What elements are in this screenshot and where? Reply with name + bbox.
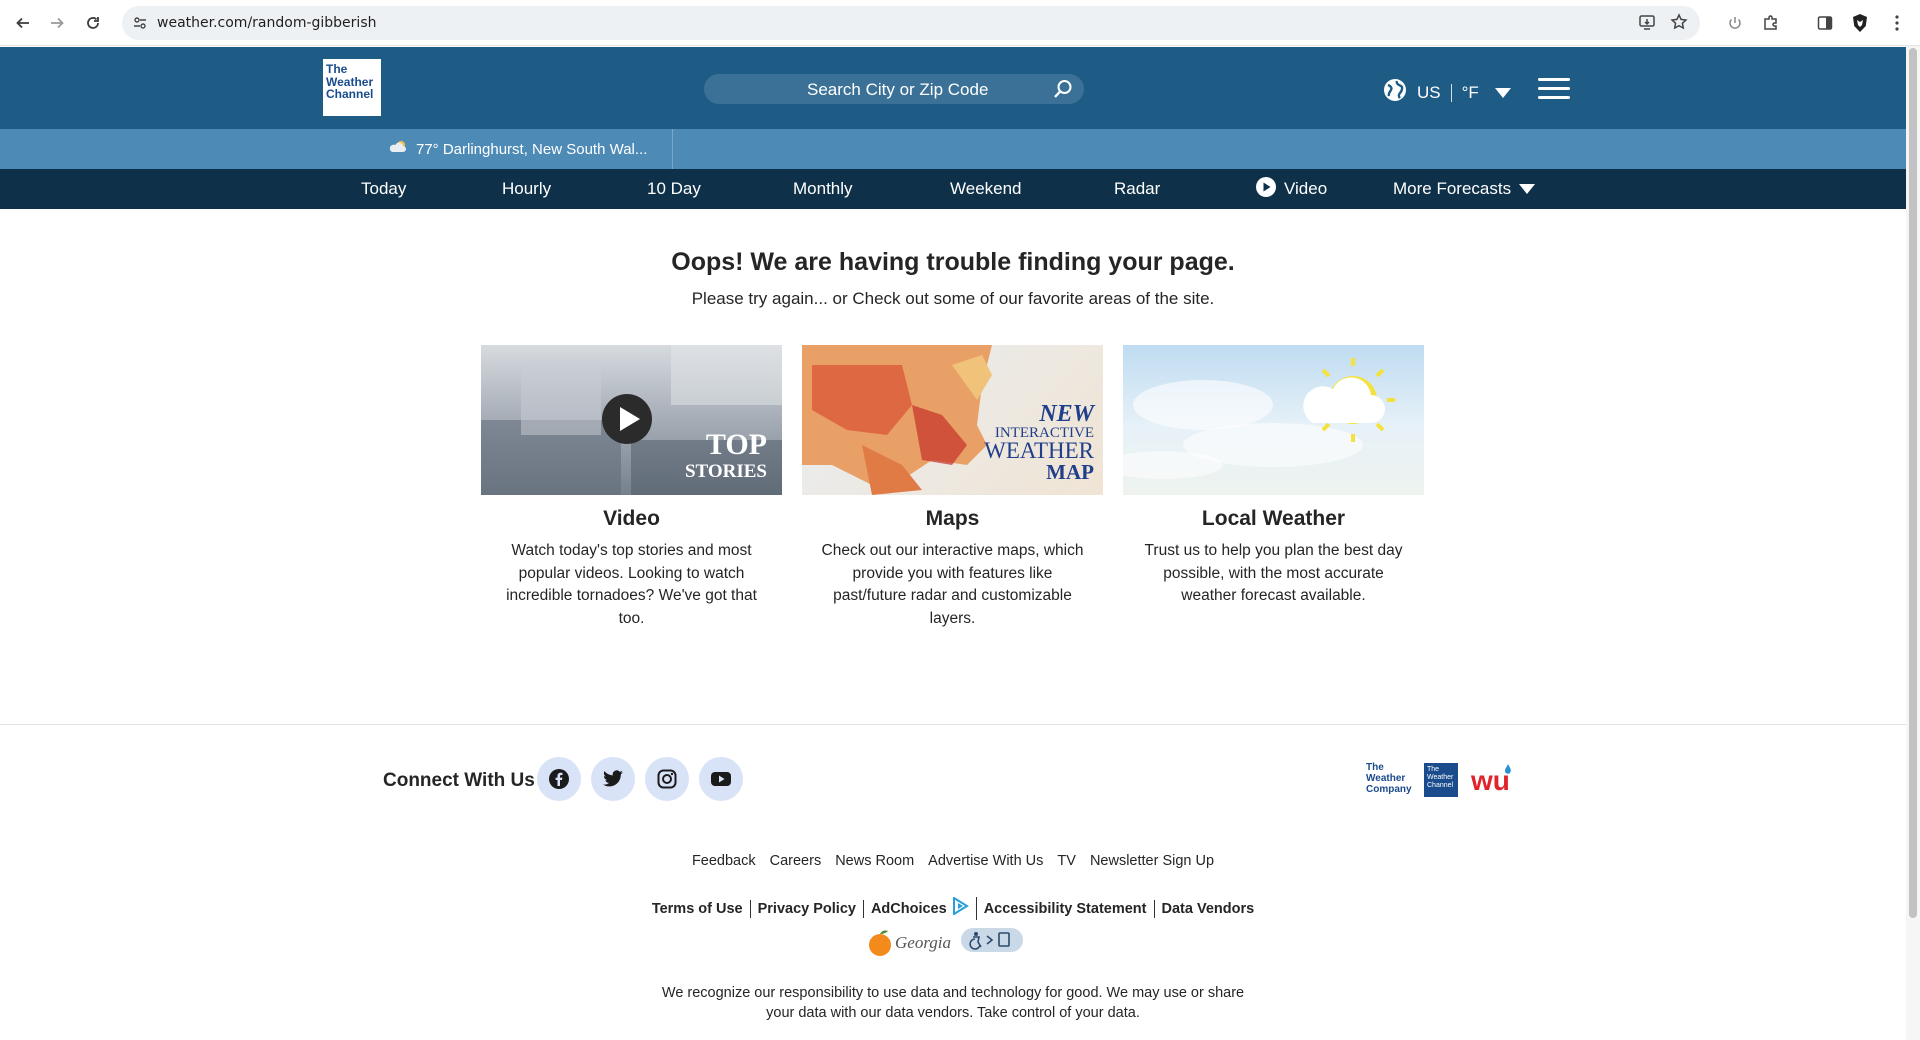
legal-privacy[interactable]: Privacy Policy (751, 899, 864, 918)
locale-separator (1450, 83, 1452, 102)
site-header: The Weather Channel Search City or Zip C… (0, 47, 1906, 129)
footer-divider (0, 724, 1906, 725)
map-overlay-map: MAP (1046, 460, 1094, 484)
video-overlay-top: TOP (706, 428, 767, 461)
nav-radar[interactable]: Radar (1114, 169, 1160, 209)
card-maps-title[interactable]: Maps (802, 507, 1103, 531)
nav-more-forecasts[interactable]: More Forecasts (1393, 169, 1536, 209)
connect-label: Connect With Us (383, 770, 535, 791)
card-video-title[interactable]: Video (481, 507, 782, 531)
footer-link-tv[interactable]: TV (1057, 853, 1076, 869)
bookmark-star-icon[interactable] (1670, 13, 1688, 36)
video-thumbnail[interactable]: TOP STORIES (481, 345, 782, 495)
legal-accessibility[interactable]: Accessibility Statement (977, 899, 1155, 918)
local-weather-thumbnail[interactable] (1123, 345, 1424, 495)
recent-location-bar: 77° Darlinghurst, New South Wal... (0, 129, 1906, 169)
extensions-icon[interactable] (1760, 12, 1782, 34)
card-local-weather[interactable]: Local Weather Trust us to help you plan … (1123, 345, 1424, 608)
search-placeholder: Search City or Zip Code (807, 80, 989, 99)
caret-down-icon (1519, 179, 1536, 199)
nav-video-label: Video (1284, 179, 1328, 198)
card-video-desc: Watch today's top stories and most popul… (506, 542, 757, 627)
address-bar[interactable]: weather.com/random-gibberish (122, 6, 1700, 40)
forward-arrow-icon[interactable] (46, 12, 68, 34)
data-notice-text: We recognize our responsibility to use d… (661, 985, 1245, 1021)
accessibility-badge-icon[interactable] (961, 928, 1024, 957)
more-vert-icon[interactable] (1886, 12, 1908, 34)
card-local-weather-title[interactable]: Local Weather (1123, 507, 1424, 531)
main-nav: Today Hourly 10 Day Monthly Weekend Rada… (0, 169, 1906, 209)
power-icon[interactable] (1724, 12, 1746, 34)
logo-text: The Weather Channel (326, 63, 378, 112)
site-settings-icon[interactable] (132, 15, 148, 36)
error-title: Oops! We are having trouble finding your… (671, 248, 1235, 276)
footer-links: Feedback Careers News Room Advertise Wit… (0, 853, 1906, 869)
search-icon[interactable] (1052, 78, 1074, 105)
youtube-icon[interactable] (699, 757, 743, 801)
legal-terms[interactable]: Terms of Use (645, 899, 751, 918)
install-app-icon[interactable] (1638, 13, 1656, 36)
chevron-down-icon[interactable] (1494, 83, 1511, 103)
url-text[interactable]: weather.com/random-gibberish (157, 15, 376, 31)
weather-company-logo[interactable]: The Weather Company (1366, 762, 1414, 798)
legal-adchoices[interactable]: AdChoices (864, 896, 977, 920)
search-input[interactable]: Search City or Zip Code (704, 74, 1084, 104)
partly-cloudy-icon (388, 139, 408, 159)
page-scrollbar[interactable] (1906, 46, 1920, 1040)
nav-today[interactable]: Today (361, 169, 406, 209)
video-overlay-stories: STORIES (685, 461, 767, 482)
brave-shield-icon[interactable] (1849, 12, 1871, 34)
twitter-icon[interactable] (591, 757, 635, 801)
footer-link-news-room[interactable]: News Room (835, 853, 914, 869)
map-overlay-new: NEW (1038, 401, 1095, 427)
georgia-badge[interactable]: Georgia (868, 929, 951, 957)
data-notice: We recognize our responsibility to use d… (0, 983, 1906, 1023)
nav-more-forecasts-label: More Forecasts (1393, 179, 1512, 198)
peach-icon (869, 929, 891, 956)
card-local-weather-desc: Trust us to help you plan the best day p… (1144, 542, 1403, 604)
back-arrow-icon[interactable] (12, 12, 34, 34)
browser-toolbar: weather.com/random-gibberish (0, 0, 1920, 46)
wu-logo-text: wu (1470, 765, 1510, 796)
brand-logos: The Weather Company The Weather Channel … (1366, 760, 1518, 800)
weather-channel-small-logo-text: The Weather Channel (1427, 766, 1454, 789)
sidebar-icon[interactable] (1814, 12, 1836, 34)
card-maps[interactable]: NEW INTERACTIVE WEATHER MAP Maps Check o… (802, 345, 1103, 630)
legal-links: Terms of Use Privacy Policy AdChoices Ac… (0, 896, 1906, 920)
play-circle-icon (1256, 176, 1276, 202)
weather-channel-logo[interactable]: The Weather Channel (323, 59, 381, 116)
weather-underground-logo[interactable]: wu (1468, 760, 1518, 800)
nav-weekend[interactable]: Weekend (950, 169, 1022, 209)
locale-country: US (1417, 82, 1441, 102)
footer-link-careers[interactable]: Careers (770, 853, 822, 869)
legal-data-vendors[interactable]: Data Vendors (1155, 900, 1262, 918)
footer-link-feedback[interactable]: Feedback (692, 853, 756, 869)
card-maps-desc: Check out our interactive maps, which pr… (821, 542, 1084, 627)
nav-monthly[interactable]: Monthly (793, 169, 853, 209)
card-video[interactable]: TOP STORIES Video Watch today's top stor… (481, 345, 782, 630)
instagram-icon[interactable] (645, 757, 689, 801)
locale-unit: °F (1461, 82, 1479, 102)
locale-selector[interactable]: US °F (1383, 78, 1511, 107)
reload-icon[interactable] (82, 12, 104, 34)
error-subtitle: Please try again... or Check out some of… (691, 289, 1215, 308)
map-thumbnail[interactable]: NEW INTERACTIVE WEATHER MAP (802, 345, 1103, 495)
adchoices-icon (951, 896, 969, 920)
facebook-icon[interactable] (537, 757, 581, 801)
legal-adchoices-label: AdChoices (870, 900, 947, 917)
weather-company-logo-text: The Weather Company (1366, 762, 1412, 795)
hamburger-menu-icon[interactable] (1538, 78, 1570, 100)
scrollbar-thumb[interactable] (1909, 48, 1917, 918)
georgia-label: Georgia (895, 932, 952, 952)
recent-location[interactable]: 77° Darlinghurst, New South Wal... (385, 129, 673, 169)
footer-link-newsletter[interactable]: Newsletter Sign Up (1090, 853, 1214, 869)
nav-video[interactable]: Video (1256, 169, 1327, 209)
globe-icon (1383, 78, 1407, 107)
recent-location-text: 77° Darlinghurst, New South Wal... (416, 140, 648, 158)
footer-link-advertise[interactable]: Advertise With Us (928, 853, 1043, 869)
nav-hourly[interactable]: Hourly (502, 169, 551, 209)
footer-badges: Georgia (868, 928, 1024, 957)
nav-10-day[interactable]: 10 Day (647, 169, 701, 209)
weather-channel-small-logo[interactable]: The Weather Channel (1424, 763, 1458, 797)
